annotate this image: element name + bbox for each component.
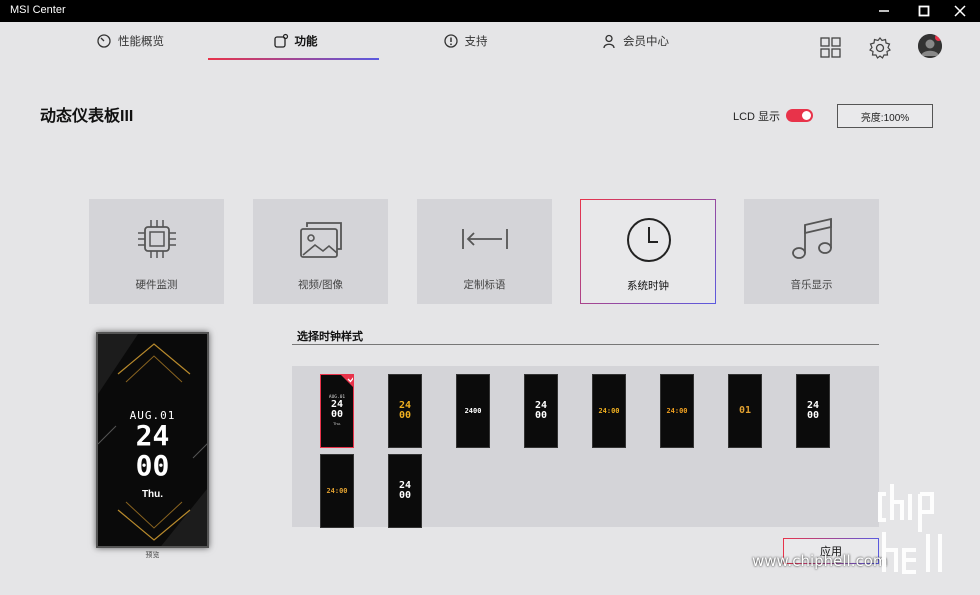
grid-button[interactable] [819, 36, 843, 60]
tile-custom-banner-label: 定制标语 [463, 279, 506, 291]
thumb-time: 24 00 [330, 399, 344, 421]
clock-style-thumb[interactable]: 2400 [456, 374, 490, 448]
lcd-display-toggle[interactable] [786, 109, 813, 122]
tile-video-image-label: 视频/图像 [298, 279, 343, 291]
notification-dot [935, 34, 942, 41]
tab-performance[interactable]: 性能概览 [80, 22, 180, 60]
clock-style-thumb[interactable]: 24 00 [796, 374, 830, 448]
tile-custom-banner[interactable]: 定制标语 [417, 199, 552, 304]
tab-performance-label: 性能概览 [118, 36, 164, 48]
app-title: MSI Center [10, 4, 66, 16]
toggle-knob [802, 111, 811, 120]
tile-music-display-label: 音乐显示 [790, 279, 833, 291]
clock-style-thumb[interactable]: 24:00 [320, 454, 354, 528]
brightness-button[interactable]: 亮度:100% [837, 104, 933, 128]
thumb-time: 24 00 [398, 480, 412, 501]
close-icon [954, 5, 966, 17]
preview-day: Thu. [98, 484, 207, 502]
chiphell-logo [878, 484, 942, 574]
minimize-button[interactable] [864, 0, 904, 22]
music-icon [792, 217, 832, 259]
minimize-icon [879, 10, 889, 12]
thumb-time: 24 00 [806, 400, 820, 421]
thumb-time: 2400 [464, 406, 482, 415]
feature-icon [273, 33, 288, 48]
close-button[interactable] [940, 0, 980, 22]
thumb-time: 24:00 [666, 406, 688, 415]
clock-style-title: 选择时钟样式 [297, 331, 363, 343]
section-divider [292, 344, 879, 345]
banner-icon [462, 229, 508, 249]
clock-style-thumb[interactable]: 24:00 [592, 374, 626, 448]
clock-style-thumb[interactable]: 01 [728, 374, 762, 448]
thumb-day: Thu. [332, 421, 341, 427]
selected-check-icon [341, 375, 353, 387]
clock-style-panel: AUG.01 24 00 Thu. 24 00 2400 24 00 24:00 24:00 0… [292, 366, 879, 528]
tab-membership[interactable]: 会员中心 [590, 22, 680, 60]
page-title: 动态仪表板III [40, 108, 134, 125]
preview-hour: 24 [135, 419, 170, 452]
clock-style-thumb[interactable]: AUG.01 24 00 Thu. [320, 374, 354, 448]
thumb-time: 24:00 [598, 406, 620, 415]
tab-support-label: 支持 [464, 36, 488, 48]
tile-hardware-monitor-label: 硬件监测 [135, 279, 178, 291]
title-bar: MSI Center [0, 0, 980, 22]
preview-day-text: Thu. [141, 489, 164, 500]
tab-features-label: 功能 [294, 36, 318, 48]
tab-membership-label: 会员中心 [623, 36, 669, 48]
gear-icon [869, 37, 891, 59]
thumb-time: 01 [738, 405, 752, 416]
thumb-time: 24:00 [326, 486, 348, 495]
clock-style-thumb[interactable]: 24 00 [388, 454, 422, 528]
preview-caption: 预览 [145, 552, 160, 559]
chip-icon [138, 220, 176, 258]
tab-features[interactable]: 功能 [250, 22, 340, 60]
clock-icon [627, 218, 671, 262]
preview-minute: 00 [135, 449, 170, 482]
thumb-time: 24 00 [398, 400, 412, 421]
user-icon [603, 34, 615, 49]
clock-style-thumb[interactable]: 24 00 [388, 374, 422, 448]
clock-preview: AUG.01 24 00 Thu. [96, 332, 209, 548]
clock-style-thumb[interactable]: 24 00 [524, 374, 558, 448]
thumb-time: 24 00 [534, 400, 548, 421]
tab-support[interactable]: 支持 [425, 22, 505, 60]
grid-icon [820, 37, 841, 58]
active-tab-indicator [208, 58, 379, 60]
avatar[interactable] [918, 34, 942, 58]
tile-system-clock[interactable]: 系统时钟 [580, 199, 716, 304]
tile-system-clock-label: 系统时钟 [627, 280, 669, 292]
maximize-button[interactable] [904, 0, 944, 22]
maximize-icon [918, 5, 930, 17]
tile-music-display[interactable]: 音乐显示 [744, 199, 879, 304]
tile-video-image[interactable]: 视频/图像 [253, 199, 388, 304]
watermark-text: www.chiphell.com [752, 552, 888, 570]
support-icon [443, 34, 458, 48]
tile-hardware-monitor[interactable]: 硬件监测 [89, 199, 224, 304]
image-icon [300, 222, 342, 258]
gauge-icon [97, 34, 111, 48]
lcd-display-label: LCD 显示 [733, 111, 781, 123]
clock-style-thumb[interactable]: 24:00 [660, 374, 694, 448]
settings-button[interactable] [868, 36, 892, 60]
